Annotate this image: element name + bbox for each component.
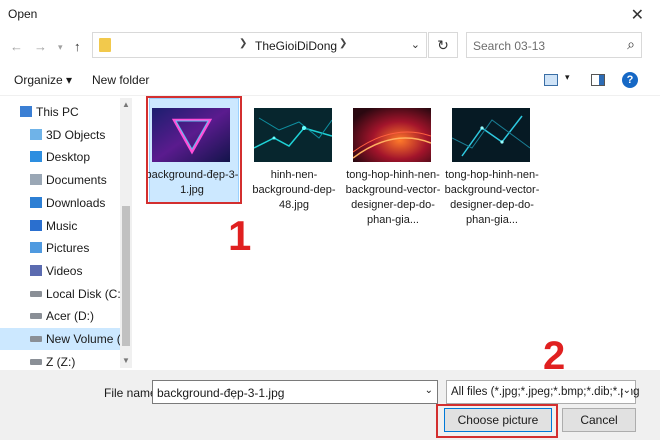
drive-icon (30, 358, 42, 365)
sidebar-item[interactable]: Acer (D:) (0, 305, 120, 327)
navigation-pane: This PC 3D Objects Desktop Documents Downloa… (0, 98, 132, 370)
organize-button[interactable]: Organize ▾ (14, 73, 72, 87)
file-name-input[interactable]: background-đẹp-3-1.jpg ⌄ (152, 380, 438, 404)
image-thumbnail[interactable] (353, 108, 431, 162)
new-folder-button[interactable]: New folder (92, 73, 149, 87)
chevron-right-icon[interactable]: ❯ (239, 38, 247, 49)
desktop-icon (30, 151, 42, 163)
computer-icon (20, 106, 32, 117)
image-thumbnail[interactable] (452, 108, 530, 162)
sidebar-item[interactable]: New Volume (E:) (0, 328, 132, 350)
search-input[interactable]: Search 03-13 ⌕ (466, 32, 642, 58)
sidebar-item[interactable]: Videos (0, 260, 120, 282)
up-icon[interactable]: ↑ (74, 39, 81, 54)
sidebar-item-label: Videos (46, 263, 83, 278)
address-bar[interactable]: ❯ TheGioiDiDong ❯ ⌄ (92, 32, 427, 58)
change-view-icon[interactable] (544, 74, 558, 86)
search-icon: ⌕ (627, 36, 635, 52)
preview-pane-icon[interactable] (591, 74, 605, 86)
scroll-down-icon[interactable]: ▼ (122, 356, 130, 365)
file-name: tong-hop-hinh-nen-background-vector-desi… (345, 169, 441, 226)
file-name: tong-hop-hinh-nen-background-vector-desi… (444, 169, 540, 226)
pictures-icon (30, 242, 42, 254)
highlight-box-file (146, 96, 242, 204)
refresh-icon: ↻ (437, 37, 449, 53)
recent-locations-icon[interactable]: ▾ (58, 42, 63, 53)
chevron-down-icon[interactable]: ⌄ (411, 38, 420, 51)
file-name-value[interactable]: background-đẹp-3-1.jpg (157, 386, 284, 400)
help-icon[interactable]: ? (622, 72, 638, 88)
file-type-select[interactable]: All files (*.jpg;*.jpeg;*.bmp;*.dib;*.pn… (446, 380, 640, 404)
sidebar-item-label: Z (Z:) (46, 354, 76, 369)
highlight-box-button (436, 404, 558, 438)
drive-icon (30, 336, 42, 342)
command-bar: Organize ▾ New folder ▾ ? (0, 66, 660, 96)
scroll-up-icon[interactable]: ▲ (122, 100, 130, 109)
sidebar-item[interactable]: 3D Objects (0, 124, 120, 146)
music-icon (30, 219, 42, 231)
sidebar-scrollbar[interactable]: ▲ ▼ (120, 98, 132, 368)
sidebar-item[interactable]: Downloads (0, 192, 120, 214)
close-icon[interactable]: ✕ (631, 5, 644, 25)
sidebar-item-label: Documents (46, 173, 107, 188)
address-path[interactable]: TheGioiDiDong (255, 39, 337, 53)
sidebar-item[interactable]: Documents (0, 169, 120, 191)
cube-icon (30, 128, 42, 140)
sidebar-item[interactable]: Pictures (0, 237, 120, 259)
file-name: hinh-nen-background-dep-48.jpg (252, 169, 336, 211)
title-bar: Open ✕ (0, 0, 660, 30)
address-row: ← → ▾ ↑ ❯ TheGioiDiDong ❯ ⌄ ↻ Search 03-… (0, 30, 660, 62)
sidebar-item[interactable]: Desktop (0, 146, 120, 168)
file-type-value: All files (*.jpg;*.jpeg;*.bmp;*.dib;*.pn… (451, 386, 640, 398)
folder-icon (99, 38, 111, 52)
chevron-down-icon[interactable]: ⌄ (425, 385, 433, 396)
image-thumbnail[interactable] (254, 108, 332, 162)
sidebar-item-label: Pictures (46, 241, 90, 256)
chevron-right-icon[interactable]: ❯ (339, 38, 347, 49)
drive-icon (30, 313, 42, 320)
sidebar-item-label: Acer (D:) (46, 309, 94, 324)
videos-icon (30, 264, 42, 276)
sidebar-item[interactable]: Music (0, 215, 120, 237)
sidebar-item-label: Local Disk (C:) (46, 286, 125, 301)
refresh-button[interactable]: ↻ (428, 32, 458, 58)
window-title: Open (8, 7, 38, 21)
scrollbar-thumb[interactable] (122, 206, 130, 346)
sidebar-item-label: Downloads (46, 195, 106, 210)
sidebar-item[interactable]: This PC (0, 101, 120, 123)
search-placeholder: Search 03-13 (473, 39, 546, 53)
documents-icon (30, 174, 42, 186)
drive-icon (30, 290, 42, 297)
step-number-1: 1 (228, 212, 252, 259)
sidebar-item[interactable]: Local Disk (C:) (0, 283, 125, 305)
sidebar-item-label: Desktop (46, 150, 91, 165)
forward-icon[interactable]: → (34, 39, 47, 54)
sidebar-item-label: 3D Objects (46, 127, 106, 142)
cancel-button[interactable]: Cancel (562, 408, 636, 432)
view-options-dropdown-icon[interactable]: ▾ (565, 72, 570, 83)
dialog-footer: File name: background-đẹp-3-1.jpg ⌄ All … (0, 370, 660, 440)
download-icon (30, 196, 42, 208)
sidebar-item[interactable]: Z (Z:) (0, 351, 120, 370)
sidebar-item-label: This PC (36, 105, 79, 119)
back-icon[interactable]: ← (10, 39, 23, 54)
sidebar-item-label: Music (46, 218, 78, 233)
chevron-down-icon[interactable]: ⌄ (622, 385, 631, 396)
